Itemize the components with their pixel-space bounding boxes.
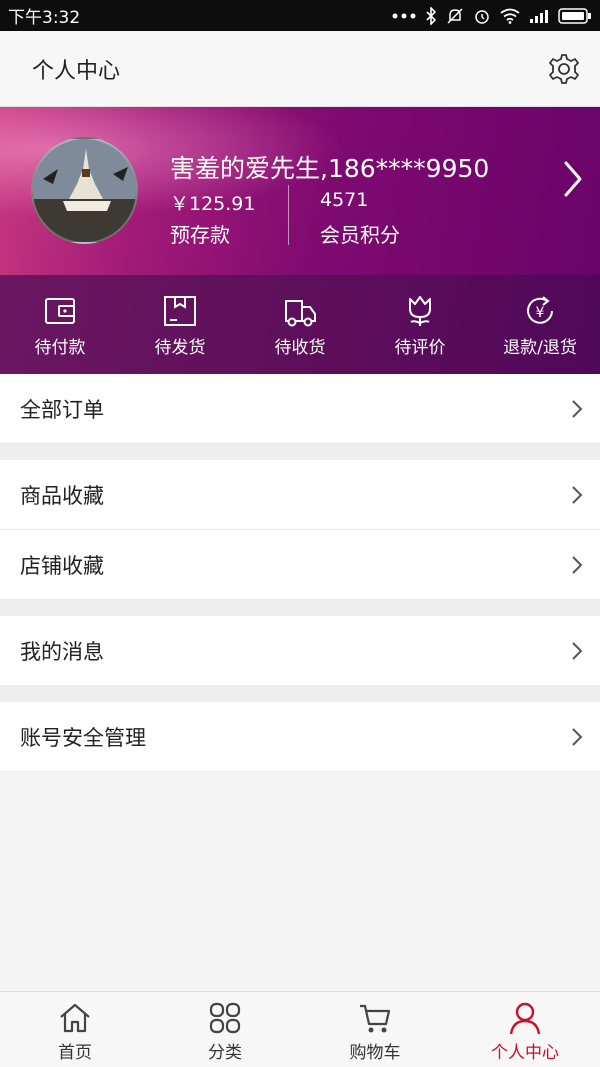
settings-button[interactable] [546, 51, 582, 87]
order-status-pending-shipment[interactable]: 待发货 [120, 275, 240, 374]
menu-divider [0, 444, 600, 460]
bottom-tab-bar: 首页 分类 购物车 个人中心 [0, 991, 600, 1067]
tab-category[interactable]: 分类 [150, 992, 300, 1067]
menu-item-favorite-shops[interactable]: 店铺收藏 [0, 530, 600, 600]
order-status-pending-review[interactable]: 待评价 [360, 275, 480, 374]
wifi-icon [500, 8, 520, 24]
order-status-refund[interactable]: ¥ 退款/退货 [480, 275, 600, 374]
menu-item-all-orders[interactable]: 全部订单 [0, 374, 600, 444]
menu-divider [0, 600, 600, 616]
chevron-right-icon[interactable] [558, 157, 588, 201]
truck-icon [285, 300, 316, 327]
menu-item-label: 账号安全管理 [20, 725, 146, 750]
cart-icon [360, 1004, 391, 1033]
profile-card[interactable]: 害羞的爱先生,186****9950 ￥125.91 预存款 4571 会员积分 [0, 107, 600, 275]
order-status-label: 退款/退货 [503, 338, 577, 358]
tab-home[interactable]: 首页 [0, 992, 150, 1067]
tab-cart[interactable]: 购物车 [300, 992, 450, 1067]
page-title: 个人中心 [32, 58, 121, 84]
chevron-right-icon [572, 485, 583, 504]
menu-item-label: 全部订单 [20, 397, 104, 422]
menu-item-label: 我的消息 [20, 639, 104, 664]
chevron-right-icon [572, 727, 583, 746]
menu-item-account-security[interactable]: 账号安全管理 [0, 702, 600, 772]
battery-icon [558, 7, 592, 24]
home-icon [60, 1003, 90, 1033]
tab-label: 首页 [58, 1043, 92, 1063]
menu-item-label: 商品收藏 [20, 483, 104, 508]
tab-label: 购物车 [349, 1043, 401, 1063]
order-status-pending-receipt[interactable]: 待收货 [240, 275, 360, 374]
tab-label: 分类 [208, 1043, 242, 1063]
chevron-right-icon [572, 555, 583, 574]
points-amount[interactable]: 4571 [320, 189, 368, 211]
chevron-right-icon [572, 399, 583, 418]
status-icons [392, 6, 592, 25]
chevron-right-icon [572, 641, 583, 660]
tulip-icon [409, 296, 431, 326]
status-bar: 下午3:32 [0, 0, 600, 31]
refund-icon: ¥ [527, 296, 553, 324]
status-time: 下午3:32 [8, 8, 81, 28]
bluetooth-icon [425, 6, 437, 25]
category-icon [209, 1002, 241, 1034]
menu-list: 全部订单 商品收藏 店铺收藏 我的消息 账号安全管理 [0, 374, 600, 772]
tab-profile[interactable]: 个人中心 [450, 992, 600, 1067]
points-label[interactable]: 会员积分 [320, 219, 400, 248]
menu-item-my-messages[interactable]: 我的消息 [0, 616, 600, 686]
gear-icon [549, 53, 579, 84]
svg-text:¥: ¥ [536, 305, 545, 321]
deposit-amount[interactable]: ￥125.91 [170, 189, 255, 216]
order-status-label: 待收货 [274, 338, 326, 358]
tab-label: 个人中心 [491, 1043, 559, 1063]
signal-icon [529, 9, 549, 23]
mute-icon [446, 7, 464, 25]
user-name: 害羞的爱先生,186****9950 [170, 154, 490, 183]
wallet-icon [45, 298, 75, 324]
avatar-image [33, 139, 136, 242]
order-status-label: 待评价 [394, 338, 446, 358]
order-status-label: 待付款 [34, 338, 86, 358]
person-icon [509, 1002, 541, 1035]
menu-item-label: 店铺收藏 [20, 553, 104, 578]
order-status-pending-payment[interactable]: 待付款 [0, 275, 120, 374]
menu-divider [0, 686, 600, 702]
stat-divider [288, 185, 289, 245]
package-icon [164, 296, 196, 326]
menu-item-favorite-goods[interactable]: 商品收藏 [0, 460, 600, 530]
more-dots-icon [392, 12, 416, 20]
order-status-label: 待发货 [154, 338, 206, 358]
app-header: 个人中心 [0, 31, 600, 107]
deposit-label[interactable]: 预存款 [170, 219, 230, 248]
alarm-icon [473, 7, 491, 25]
order-status-bar: 待付款 待发货 待收货 待评价 ¥ 退款/退货 [0, 275, 600, 374]
avatar[interactable] [31, 137, 138, 244]
